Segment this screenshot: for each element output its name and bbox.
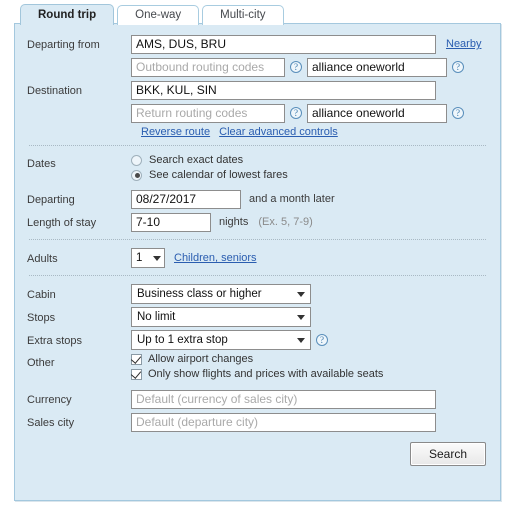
separator-1 bbox=[29, 145, 486, 146]
departing-date-input[interactable] bbox=[131, 189, 241, 209]
reverse-route-link[interactable]: Reverse route bbox=[141, 126, 210, 138]
tab-one-way[interactable]: One-way bbox=[117, 5, 200, 25]
cabin-select[interactable]: Business class or higher bbox=[131, 284, 311, 304]
stops-row: Stops No limit bbox=[15, 307, 500, 327]
adults-select-value: 1 bbox=[136, 252, 143, 264]
sales-city-label: Sales city bbox=[27, 416, 75, 429]
extra-stops-help-icon[interactable]: ? bbox=[316, 334, 328, 346]
airfare-search-page: Round trip One-way Multi-city Departing … bbox=[0, 0, 509, 512]
search-button-row: Search bbox=[15, 442, 500, 466]
return-alliance-help-icon[interactable]: ? bbox=[452, 107, 464, 119]
other-options-label: Other bbox=[27, 357, 55, 369]
extra-stops-label: Extra stops bbox=[27, 334, 83, 347]
checkbox-available-seats-control[interactable] bbox=[131, 368, 142, 380]
length-of-stay-unit: nights bbox=[219, 216, 249, 228]
currency-row: Currency bbox=[15, 389, 500, 409]
currency-label: Currency bbox=[27, 393, 72, 406]
return-alliance-input[interactable] bbox=[307, 103, 447, 123]
radio-calendar-lowest-fares-label: See calendar of lowest fares bbox=[149, 169, 288, 181]
separator-3 bbox=[29, 275, 486, 276]
length-of-stay-label: Length of stay bbox=[27, 216, 97, 229]
destination-row: Destination bbox=[15, 80, 500, 100]
extra-stops-row: Extra stops Up to 1 extra stop ? bbox=[15, 330, 500, 350]
chevron-down-icon bbox=[297, 292, 305, 297]
extra-stops-select-value: Up to 1 extra stop bbox=[137, 334, 228, 346]
dates-label: Dates bbox=[27, 158, 56, 170]
length-of-stay-row: Length of stay nights (Ex. 5, 7-9) bbox=[15, 212, 500, 232]
tab-multi-city[interactable]: Multi-city bbox=[202, 5, 284, 25]
adults-row: Adults 1 Children, seniors bbox=[15, 248, 500, 268]
adults-select[interactable]: 1 bbox=[131, 248, 165, 268]
other-options-row: Other Allow airport changes Only show fl… bbox=[15, 353, 500, 383]
radio-calendar-lowest-fares[interactable]: See calendar of lowest fares bbox=[131, 169, 288, 181]
tab-multi-city-label: Multi-city bbox=[220, 9, 266, 21]
departing-date-suffix: and a month later bbox=[249, 193, 335, 205]
checkbox-allow-airport-changes-control[interactable] bbox=[131, 353, 142, 365]
checkbox-available-seats[interactable]: Only show flights and prices with availa… bbox=[131, 368, 383, 380]
separator-2 bbox=[29, 239, 486, 240]
chevron-down-icon bbox=[297, 338, 305, 343]
outbound-routing-help-icon[interactable]: ? bbox=[290, 61, 302, 73]
nearby-link[interactable]: Nearby bbox=[446, 38, 481, 50]
radio-exact-dates[interactable]: Search exact dates bbox=[131, 154, 243, 166]
departing-from-row: Departing from Nearby bbox=[15, 34, 500, 54]
stops-select-value: No limit bbox=[137, 311, 176, 323]
route-links: Reverse route Clear advanced controls bbox=[15, 126, 500, 138]
sales-city-row: Sales city bbox=[15, 412, 500, 432]
checkbox-allow-airport-changes-label: Allow airport changes bbox=[148, 353, 254, 365]
departing-from-input[interactable] bbox=[131, 34, 436, 54]
stops-label: Stops bbox=[27, 311, 56, 324]
departing-date-row: Departing and a month later bbox=[15, 189, 500, 209]
departing-date-label: Departing bbox=[27, 193, 75, 206]
destination-input[interactable] bbox=[131, 80, 436, 100]
checkbox-available-seats-label: Only show flights and prices with availa… bbox=[148, 368, 384, 380]
radio-exact-dates-label: Search exact dates bbox=[149, 154, 244, 166]
currency-input[interactable] bbox=[131, 389, 436, 409]
tab-round-trip-label: Round trip bbox=[38, 9, 97, 21]
outbound-alliance-help-icon[interactable]: ? bbox=[452, 61, 464, 73]
adults-label: Adults bbox=[27, 252, 58, 265]
children-seniors-link[interactable]: Children, seniors bbox=[174, 252, 257, 264]
return-routing-spacer bbox=[27, 113, 131, 114]
return-routing-row: ? ? bbox=[15, 103, 500, 123]
search-form-panel: Departing from Nearby ? ? Destination bbox=[14, 23, 501, 501]
outbound-routing-spacer bbox=[27, 67, 131, 68]
search-button[interactable]: Search bbox=[409, 442, 486, 466]
dates-row: Dates Search exact dates See calendar of… bbox=[15, 154, 500, 184]
outbound-routing-row: ? ? bbox=[15, 57, 500, 77]
tab-one-way-label: One-way bbox=[135, 9, 182, 21]
destination-label: Destination bbox=[27, 84, 83, 97]
sales-city-input[interactable] bbox=[131, 412, 436, 432]
chevron-down-icon bbox=[153, 256, 161, 261]
outbound-routing-codes-input[interactable] bbox=[131, 57, 285, 77]
length-of-stay-hint: (Ex. 5, 7-9) bbox=[258, 216, 313, 228]
outbound-alliance-input[interactable] bbox=[307, 57, 447, 77]
radio-calendar-lowest-fares-control[interactable] bbox=[131, 169, 142, 181]
chevron-down-icon bbox=[297, 315, 305, 320]
active-tab-join bbox=[23, 22, 101, 25]
cabin-row: Cabin Business class or higher bbox=[15, 284, 500, 304]
length-of-stay-input[interactable] bbox=[131, 212, 211, 232]
cabin-label: Cabin bbox=[27, 288, 56, 301]
departing-from-label: Departing from bbox=[27, 38, 100, 51]
clear-advanced-controls-link[interactable]: Clear advanced controls bbox=[219, 126, 338, 138]
return-routing-help-icon[interactable]: ? bbox=[290, 107, 302, 119]
radio-exact-dates-control[interactable] bbox=[131, 154, 142, 166]
extra-stops-select[interactable]: Up to 1 extra stop bbox=[131, 330, 311, 350]
checkbox-allow-airport-changes[interactable]: Allow airport changes bbox=[131, 353, 253, 365]
return-routing-codes-input[interactable] bbox=[131, 103, 285, 123]
cabin-select-value: Business class or higher bbox=[137, 288, 262, 300]
stops-select[interactable]: No limit bbox=[131, 307, 311, 327]
